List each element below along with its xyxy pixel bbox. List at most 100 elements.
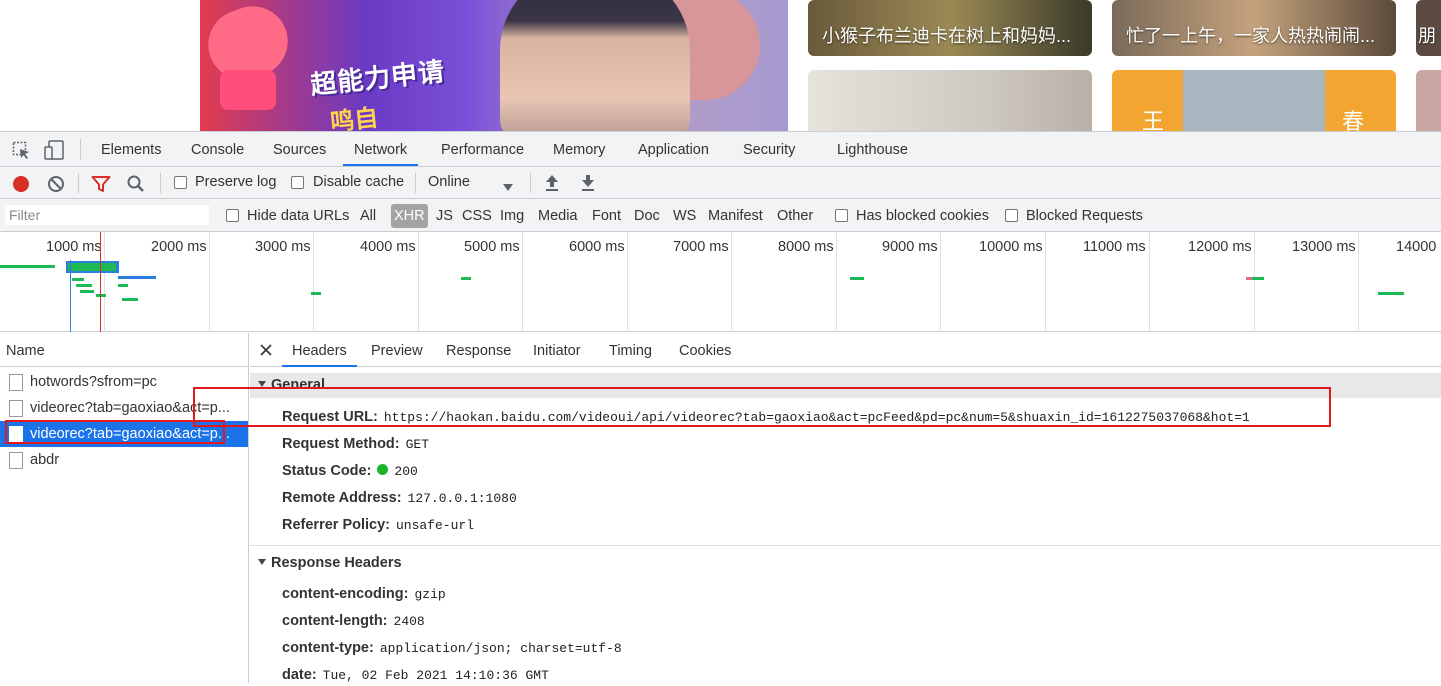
- filter-type-manifest[interactable]: Manifest: [708, 199, 763, 232]
- tick-label: 14000: [1396, 239, 1437, 255]
- tick-label: 9000 ms: [882, 239, 938, 255]
- tick-label: 1000 ms: [46, 239, 102, 255]
- hide-data-urls-label: Hide data URLs: [247, 208, 350, 224]
- request-row[interactable]: videorec?tab=gaoxiao&act=p...: [0, 395, 248, 421]
- throttling-select[interactable]: Online: [428, 174, 470, 190]
- tab-application[interactable]: Application: [638, 132, 709, 166]
- header-value: 127.0.0.1:1080: [407, 491, 517, 506]
- filter-icon[interactable]: [91, 175, 111, 196]
- promo-text-2: 鸣自: [329, 104, 380, 131]
- promo-text: 超能力申请: [308, 56, 447, 100]
- response-headers-section-header[interactable]: Response Headers: [250, 551, 1441, 576]
- filter-type-img[interactable]: Img: [500, 199, 524, 232]
- separator: [80, 139, 81, 160]
- tick-label: 6000 ms: [569, 239, 625, 255]
- timeline-bar: [1378, 292, 1404, 295]
- hide-data-urls-checkbox[interactable]: [226, 209, 239, 222]
- has-blocked-cookies-checkbox[interactable]: [835, 209, 848, 222]
- filter-type-media[interactable]: Media: [538, 199, 578, 232]
- response-header-row: content-length: 2408: [282, 610, 425, 630]
- request-url-value: https://haokan.baidu.com/videoui/api/vid…: [383, 410, 1250, 425]
- video-card[interactable]: 小猴子布兰迪卡在树上和妈妈...: [808, 0, 1092, 56]
- separator: [160, 173, 161, 193]
- filter-type-doc[interactable]: Doc: [634, 199, 660, 232]
- video-card[interactable]: 忙了一上午，一家人热热闹闹...: [1112, 0, 1396, 56]
- tick-label: 11000 ms: [1083, 239, 1146, 255]
- request-url-row: Request URL: https://haokan.baidu.com/vid…: [282, 406, 1250, 426]
- separator: [415, 173, 416, 193]
- video-card[interactable]: [808, 70, 1092, 131]
- video-card-caption: 忙了一上午，一家人热热闹闹...: [1126, 26, 1376, 46]
- hero-video-thumbnail[interactable]: 超能力申请 鸣自: [200, 0, 788, 131]
- header-key: content-type:: [282, 640, 374, 656]
- video-card[interactable]: 朋: [1416, 0, 1441, 56]
- request-row[interactable]: hotwords?sfrom=pc: [0, 369, 248, 395]
- tick-label: 7000 ms: [673, 239, 729, 255]
- expand-triangle-icon: [258, 381, 266, 387]
- tab-security[interactable]: Security: [743, 132, 795, 166]
- filter-type-all[interactable]: All: [360, 199, 376, 232]
- inspect-element-icon[interactable]: [12, 141, 32, 164]
- filter-type-xhr[interactable]: XHR: [391, 204, 428, 228]
- name-column-header[interactable]: Name: [0, 333, 248, 367]
- export-har-icon[interactable]: [580, 174, 596, 195]
- header-key: date:: [282, 667, 317, 683]
- person-image: [500, 0, 690, 131]
- filter-type-font[interactable]: Font: [592, 199, 621, 232]
- video-card[interactable]: 王 春: [1112, 70, 1396, 131]
- tab-cookies[interactable]: Cookies: [679, 333, 731, 367]
- header-value: Tue, 02 Feb 2021 14:10:36 GMT: [322, 668, 549, 683]
- filter-type-js[interactable]: JS: [436, 199, 453, 232]
- tab-headers[interactable]: Headers: [282, 333, 357, 367]
- tab-performance[interactable]: Performance: [441, 132, 524, 166]
- header-key: Remote Address:: [282, 490, 402, 506]
- request-row-selected[interactable]: videorec?tab=gaoxiao&act=p...: [0, 421, 248, 447]
- request-detail-panel: Headers Preview Response Initiator Timin…: [250, 333, 1441, 683]
- record-icon[interactable]: [12, 175, 30, 196]
- file-icon: [9, 400, 23, 417]
- header-key: content-encoding:: [282, 586, 409, 602]
- tab-sources[interactable]: Sources: [273, 132, 326, 166]
- referrer-policy-row: Referrer Policy: unsafe-url: [282, 514, 474, 534]
- header-key: Request URL:: [282, 409, 378, 425]
- clear-icon[interactable]: [47, 175, 65, 196]
- import-har-icon[interactable]: [544, 174, 560, 195]
- timeline-bar: [311, 292, 321, 295]
- preserve-log-checkbox[interactable]: [174, 176, 187, 189]
- tab-response[interactable]: Response: [446, 333, 511, 367]
- detail-tab-bar: Headers Preview Response Initiator Timin…: [250, 333, 1441, 367]
- chevron-down-icon[interactable]: [503, 179, 513, 195]
- close-icon[interactable]: [260, 343, 272, 359]
- video-card[interactable]: [1416, 70, 1441, 131]
- device-toolbar-icon[interactable]: [44, 140, 66, 163]
- header-value: gzip: [414, 587, 446, 602]
- tab-preview[interactable]: Preview: [371, 333, 423, 367]
- tab-console[interactable]: Console: [191, 132, 244, 166]
- filter-type-css[interactable]: CSS: [462, 199, 492, 232]
- filter-type-ws[interactable]: WS: [673, 199, 696, 232]
- timeline-bar: [1252, 277, 1264, 280]
- tab-network[interactable]: Network: [343, 132, 419, 166]
- general-section-header[interactable]: General: [250, 373, 1441, 398]
- expand-triangle-icon: [258, 559, 266, 565]
- timeline-bar: [76, 284, 92, 287]
- filter-input[interactable]: [4, 204, 210, 226]
- tab-initiator[interactable]: Initiator: [533, 333, 581, 367]
- has-blocked-cookies-label: Has blocked cookies: [856, 208, 989, 224]
- divider: [250, 545, 1441, 546]
- blocked-requests-checkbox[interactable]: [1005, 209, 1018, 222]
- tick-label: 13000 ms: [1292, 239, 1356, 255]
- tab-lighthouse[interactable]: Lighthouse: [837, 132, 908, 166]
- devtools-tab-bar: Elements Console Sources Network Perform…: [0, 132, 1441, 167]
- network-overview-timeline[interactable]: 1000 ms 2000 ms 3000 ms 4000 ms 5000 ms …: [0, 232, 1441, 332]
- timeline-bar: [80, 290, 94, 293]
- request-row[interactable]: abdr: [0, 447, 248, 473]
- tab-elements[interactable]: Elements: [101, 132, 161, 166]
- disable-cache-checkbox[interactable]: [291, 176, 304, 189]
- tab-timing[interactable]: Timing: [609, 333, 652, 367]
- timeline-bar: [72, 278, 84, 281]
- filter-type-other[interactable]: Other: [777, 199, 813, 232]
- tab-memory[interactable]: Memory: [553, 132, 605, 166]
- search-icon[interactable]: [126, 174, 146, 197]
- thumbnail-glyph: 王: [1142, 109, 1165, 131]
